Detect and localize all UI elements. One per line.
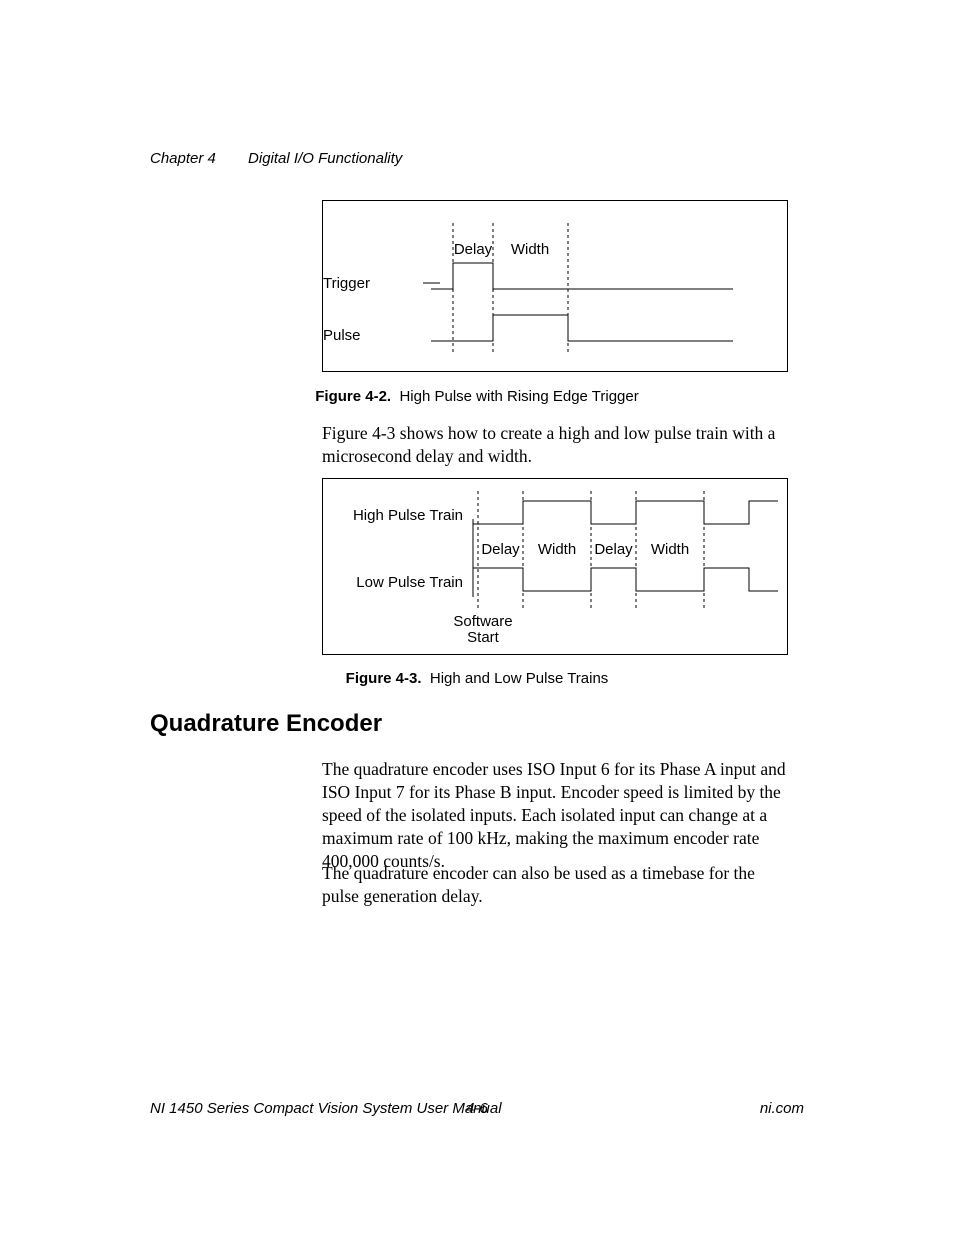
software-label-1: Software [443,613,523,630]
figure-4-3-caption: Figure 4-3. High and Low Pulse Trains [0,670,954,687]
pulse-label: Pulse [323,327,361,344]
figure-4-3-svg [323,479,787,654]
page-header: Chapter 4 Digital I/O Functionality [150,150,804,167]
width-label-2: Width [640,541,700,558]
width-label-1: Width [527,541,587,558]
low-train-label: Low Pulse Train [323,574,463,591]
high-train-label: High Pulse Train [323,507,463,524]
figure-4-2-svg [323,201,787,371]
figure-4-2-caption: Figure 4-2. High Pulse with Rising Edge … [0,388,954,405]
figure-4-3-caption-text: High and Low Pulse Trains [430,670,608,687]
footer-site: ni.com [760,1100,804,1117]
trigger-label: Trigger [323,275,370,292]
figure-4-3: High Pulse Train Low Pulse Train Delay W… [322,478,788,655]
figure-4-2-caption-num: Figure 4-2. [315,388,391,405]
width-label: Width [500,241,560,258]
paragraph-quad-1: The quadrature encoder uses ISO Input 6 … [322,758,786,873]
paragraph-fig43-intro: Figure 4-3 shows how to create a high an… [322,422,786,468]
paragraph-quad-2: The quadrature encoder can also be used … [322,862,786,908]
figure-4-2: Trigger Pulse Delay Width [322,200,788,372]
figure-4-2-caption-text: High Pulse with Rising Edge Trigger [399,388,638,405]
software-label-2: Start [443,629,523,646]
delay-label-2: Delay [591,541,636,558]
delay-label-1: Delay [478,541,523,558]
figure-4-3-caption-num: Figure 4-3. [346,670,422,687]
chapter-number: Chapter 4 [150,150,216,167]
footer-page-number: 4-6 [150,1100,804,1117]
chapter-title: Digital I/O Functionality [248,150,402,167]
delay-label: Delay [453,241,493,258]
section-heading-quadrature: Quadrature Encoder [150,710,382,738]
